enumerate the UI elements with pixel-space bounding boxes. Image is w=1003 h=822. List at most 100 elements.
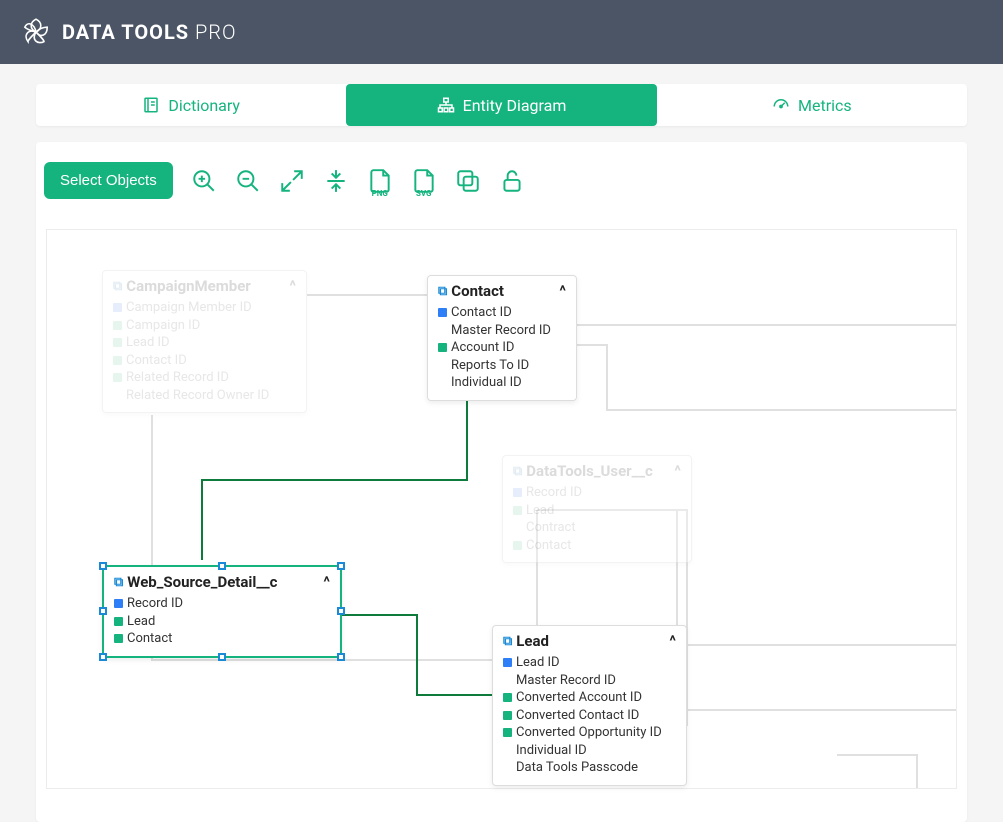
field-row: Related Record Owner ID: [113, 387, 296, 405]
svg-label: SVG: [416, 189, 432, 198]
entity-title: DataTools_User__c: [526, 462, 653, 480]
chevron-up-icon[interactable]: ^: [669, 632, 676, 650]
field-row: Individual ID: [503, 742, 676, 760]
field-marker: [114, 617, 123, 626]
app-header: DATA TOOLS PRO: [0, 0, 1003, 64]
brand-logo: DATA TOOLS PRO: [20, 16, 237, 48]
zoom-out-icon[interactable]: [235, 168, 261, 194]
entity-fields: Contact IDMaster Record IDAccount IDRepo…: [428, 302, 576, 400]
tab-dictionary[interactable]: Dictionary: [36, 84, 346, 126]
field-marker: [438, 308, 447, 317]
field-label: Lead ID: [516, 654, 560, 672]
field-row: Converted Opportunity ID: [503, 724, 676, 742]
png-label: PNG: [372, 189, 388, 198]
field-marker: [503, 658, 512, 667]
field-label: Campaign ID: [126, 317, 200, 335]
field-label: Individual ID: [516, 742, 587, 760]
chevron-up-icon[interactable]: ^: [323, 573, 330, 591]
field-marker: [503, 746, 512, 755]
chevron-up-icon[interactable]: ^: [289, 277, 296, 295]
field-label: Individual ID: [451, 374, 522, 392]
field-row: Contact: [513, 537, 681, 555]
entity-header[interactable]: ⧉ DataTools_User__c ^: [503, 456, 691, 482]
field-row: Master Record ID: [503, 672, 676, 690]
field-marker: [503, 764, 512, 773]
field-row: Individual ID: [438, 374, 566, 392]
field-label: Record ID: [526, 484, 582, 502]
field-row: Converted Contact ID: [503, 707, 676, 725]
entity-header[interactable]: ⧉ CampaignMember ^: [103, 271, 306, 297]
field-row: Record ID: [114, 595, 330, 613]
field-marker: [513, 523, 522, 532]
field-label: Converted Contact ID: [516, 707, 639, 725]
export-svg-icon[interactable]: SVG: [411, 168, 437, 194]
field-row: Record ID: [513, 484, 681, 502]
field-label: Master Record ID: [516, 672, 616, 690]
logo-icon: [20, 16, 52, 48]
field-label: Converted Account ID: [516, 689, 642, 707]
entity-header[interactable]: ⧉ Web_Source_Detail__c ^: [104, 567, 340, 593]
brand-light: PRO: [189, 20, 236, 44]
external-link-icon: ⧉: [113, 279, 122, 294]
field-row: Reports To ID: [438, 357, 566, 375]
entity-fields: Campaign Member IDCampaign IDLead IDCont…: [103, 297, 306, 412]
field-label: Contact: [526, 537, 571, 555]
field-marker: [114, 634, 123, 643]
entity-title: CampaignMember: [126, 277, 251, 295]
resize-handle[interactable]: [99, 653, 107, 661]
copy-icon[interactable]: [455, 168, 481, 194]
resize-handle[interactable]: [218, 562, 226, 570]
field-marker: [114, 599, 123, 608]
export-png-icon[interactable]: PNG: [367, 168, 393, 194]
entity-header[interactable]: ⧉ Lead ^: [493, 626, 686, 652]
entity-contact[interactable]: ⧉ Contact ^ Contact IDMaster Record IDAc…: [427, 275, 577, 401]
tab-metrics[interactable]: Metrics: [657, 84, 967, 126]
field-marker: [438, 326, 447, 335]
resize-handle[interactable]: [337, 653, 345, 661]
chevron-up-icon[interactable]: ^: [674, 462, 681, 480]
field-label: Campaign Member ID: [126, 299, 252, 317]
field-label: Contact ID: [126, 352, 187, 370]
field-row: Lead ID: [113, 334, 296, 352]
expand-icon[interactable]: [279, 168, 305, 194]
entity-campaign-member[interactable]: ⧉ CampaignMember ^ Campaign Member IDCam…: [102, 270, 307, 413]
field-label: Lead: [526, 502, 554, 520]
field-marker: [113, 303, 122, 312]
entity-fields: Record IDLeadContact: [104, 593, 340, 656]
field-label: Related Record Owner ID: [126, 387, 269, 405]
field-row: Contact: [114, 630, 330, 648]
resize-handle[interactable]: [99, 562, 107, 570]
field-marker: [503, 676, 512, 685]
field-marker: [113, 321, 122, 330]
external-link-icon: ⧉: [438, 284, 447, 299]
entity-lead[interactable]: ⧉ Lead ^ Lead IDMaster Record IDConverte…: [492, 625, 687, 786]
field-row: Contact ID: [438, 304, 566, 322]
entity-fields: Record IDLeadContractContact: [503, 482, 691, 562]
field-label: Reports To ID: [451, 357, 529, 375]
field-marker: [513, 541, 522, 550]
collapse-icon[interactable]: [323, 168, 349, 194]
tab-bar: Dictionary Entity Diagram Metrics: [36, 84, 967, 126]
entity-web-source-detail[interactable]: ⧉ Web_Source_Detail__c ^ Record IDLeadCo…: [102, 565, 342, 658]
gauge-icon: [772, 96, 790, 114]
resize-handle[interactable]: [218, 653, 226, 661]
tab-metrics-label: Metrics: [798, 96, 852, 115]
tab-entity-diagram[interactable]: Entity Diagram: [346, 84, 656, 126]
field-label: Account ID: [451, 339, 514, 357]
field-marker: [438, 361, 447, 370]
external-link-icon: ⧉: [114, 575, 123, 590]
diagram-canvas[interactable]: ⧉ CampaignMember ^ Campaign Member IDCam…: [46, 229, 957, 789]
resize-handle[interactable]: [337, 562, 345, 570]
entity-datatools-user[interactable]: ⧉ DataTools_User__c ^ Record IDLeadContr…: [502, 455, 692, 563]
entity-header[interactable]: ⧉ Contact ^: [428, 276, 576, 302]
field-marker: [513, 488, 522, 497]
field-label: Related Record ID: [126, 369, 229, 387]
unlock-icon[interactable]: [499, 168, 525, 194]
resize-handle[interactable]: [99, 607, 107, 615]
toolbar: Select Objects PNG SVG: [36, 162, 967, 199]
zoom-in-icon[interactable]: [191, 168, 217, 194]
resize-handle[interactable]: [337, 607, 345, 615]
field-label: Contact ID: [451, 304, 512, 322]
chevron-up-icon[interactable]: ^: [559, 282, 566, 300]
select-objects-button[interactable]: Select Objects: [44, 162, 173, 199]
